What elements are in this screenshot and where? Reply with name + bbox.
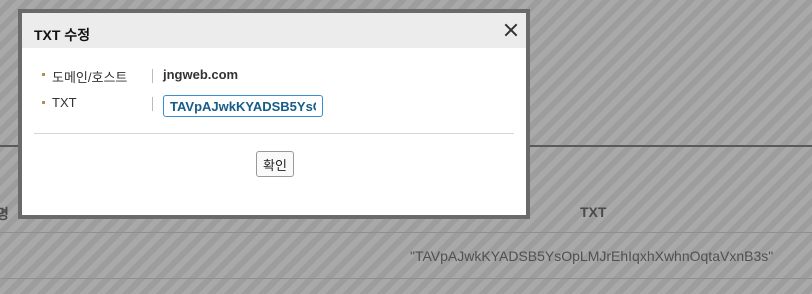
background-row-divider (0, 278, 812, 279)
dialog-header: TXT 수정 (22, 13, 526, 48)
close-icon[interactable] (504, 23, 518, 37)
background-row-txt-value: "TAVpAJwkKYADSB5YsOpLMJrEhIqxhXwhnOqtaVx… (410, 248, 774, 264)
background-column-header-txt: TXT (580, 204, 607, 220)
domain-host-value: jngweb.com (163, 67, 239, 82)
field-separator (152, 69, 153, 83)
field-separator (152, 97, 153, 111)
domain-host-label: 도메인/호스트 (52, 70, 128, 85)
txt-label: TXT (52, 95, 77, 110)
dialog-divider (34, 133, 514, 134)
bullet-icon (42, 101, 45, 104)
edit-txt-dialog: TXT 수정 도메인/호스트 jngweb.com TXT 확인 (18, 9, 530, 219)
txt-value-input[interactable] (163, 95, 323, 117)
confirm-button[interactable]: 확인 (256, 151, 294, 177)
bullet-icon (42, 73, 45, 76)
dialog-title: TXT 수정 (34, 27, 91, 43)
background-column-header-name: 명 (0, 206, 9, 222)
